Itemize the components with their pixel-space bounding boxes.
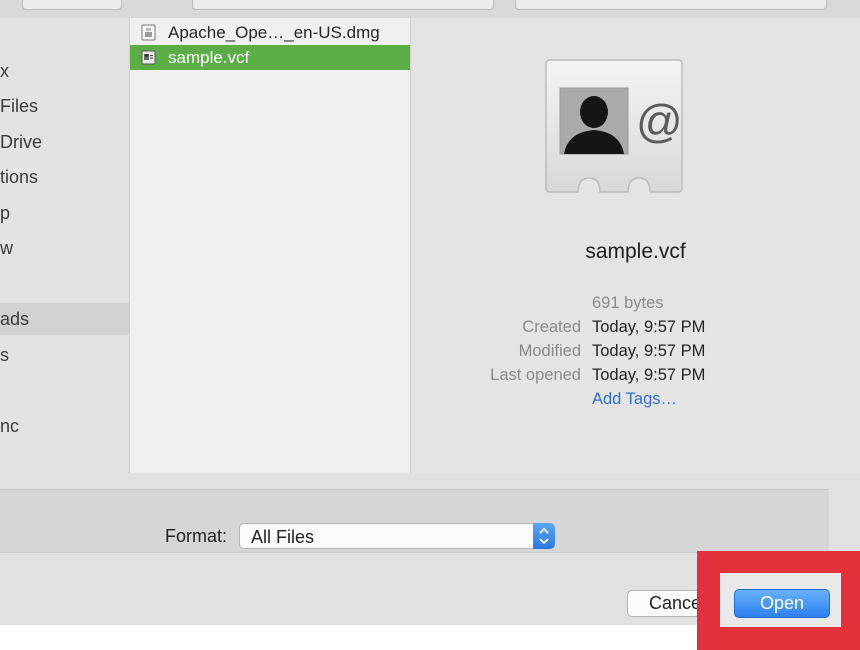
sidebar-item[interactable]: s (0, 339, 129, 371)
format-select[interactable]: All Files (239, 523, 555, 549)
preview-file-name: sample.vcf (585, 240, 686, 263)
meta-value: Today, 9:57 PM (592, 342, 706, 360)
sidebar-item[interactable]: Drive (0, 126, 129, 158)
options-bar: Format: All Files (0, 489, 829, 553)
sidebar-item[interactable] (0, 374, 129, 406)
toolbar-path-popup[interactable] (192, 0, 494, 10)
file-list: Apache_Ope…_en-US.dmg sample.vcf (130, 18, 411, 473)
sidebar-item-label: Files (0, 96, 39, 116)
file-row-selected[interactable]: sample.vcf (130, 45, 410, 70)
toolbar-segment-button[interactable] (22, 0, 122, 10)
sidebar-item[interactable]: w (0, 232, 129, 264)
sidebar-item[interactable] (0, 268, 129, 300)
sidebar-item-label: Drive (0, 132, 43, 152)
sidebar-item-label: ads (0, 309, 30, 329)
meta-value: Today, 9:57 PM (592, 366, 706, 384)
disk-image-icon (141, 24, 156, 41)
sidebar-item[interactable]: nc (0, 410, 129, 442)
meta-row-last-opened: Last opened Today, 9:57 PM (411, 366, 860, 390)
meta-key: Last opened (490, 366, 581, 384)
file-name: Apache_Ope…_en-US.dmg (168, 23, 380, 42)
sidebar-item-downloads[interactable]: ads (0, 303, 129, 335)
format-label: Format: (165, 526, 228, 546)
file-size: 691 bytes (592, 294, 664, 312)
toolbar (0, 0, 860, 18)
open-file-dialog: x Files Drive tions p w ads s nc Apache_… (0, 0, 860, 625)
chevron-up-down-icon (533, 523, 555, 549)
preview-pane: @ sample.vcf 691 bytes Created Today, 9:… (411, 18, 860, 473)
svg-text:@: @ (636, 95, 683, 147)
sidebar: x Files Drive tions p w ads s nc (0, 18, 130, 473)
sidebar-item-label: p (0, 203, 11, 223)
sidebar-item-label: tions (0, 167, 39, 187)
meta-key: Modified (518, 342, 581, 360)
sidebar-item-label: nc (0, 416, 20, 436)
sidebar-item-label: x (0, 61, 9, 81)
contact-card-icon: @ (545, 59, 683, 193)
sidebar-item-label: w (0, 238, 13, 258)
sidebar-item-label: s (0, 345, 9, 365)
sidebar-item[interactable]: Files (0, 90, 129, 122)
open-button[interactable]: Open (734, 589, 830, 618)
vcard-icon (141, 50, 156, 65)
file-row[interactable]: Apache_Ope…_en-US.dmg (130, 20, 410, 45)
sidebar-item[interactable]: x (0, 55, 129, 87)
sidebar-item[interactable]: tions (0, 161, 129, 193)
toolbar-search-field[interactable] (515, 0, 827, 10)
file-name: sample.vcf (168, 48, 250, 67)
meta-value: Today, 9:57 PM (592, 318, 706, 336)
add-tags-link[interactable]: Add Tags… (592, 390, 677, 409)
sidebar-item[interactable]: p (0, 197, 129, 229)
format-value: All Files (251, 527, 315, 547)
meta-row-modified: Modified Today, 9:57 PM (411, 342, 860, 366)
meta-row-created: Created Today, 9:57 PM (411, 318, 860, 342)
meta-key: Created (522, 318, 581, 336)
